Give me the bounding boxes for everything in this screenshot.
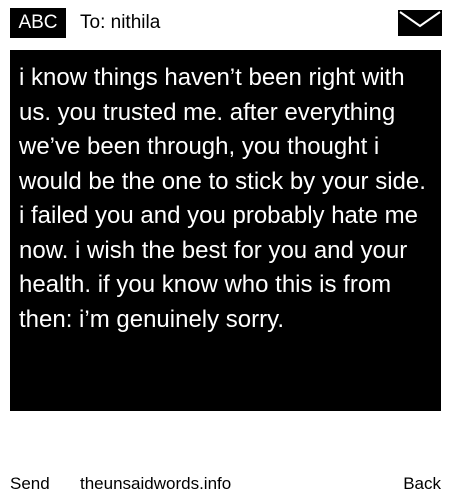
message-compose-area[interactable]: i know things haven’t been right with us…	[10, 50, 441, 411]
back-button[interactable]: Back	[403, 472, 441, 496]
site-credit-label: theunsaidwords.info	[80, 474, 232, 493]
message-body: i know things haven’t been right with us…	[19, 64, 426, 333]
send-button[interactable]: Send	[10, 472, 50, 496]
envelope-icon	[398, 10, 442, 36]
input-mode-badge[interactable]: ABC	[10, 8, 66, 38]
recipient-label[interactable]: To: nithila	[80, 8, 160, 38]
